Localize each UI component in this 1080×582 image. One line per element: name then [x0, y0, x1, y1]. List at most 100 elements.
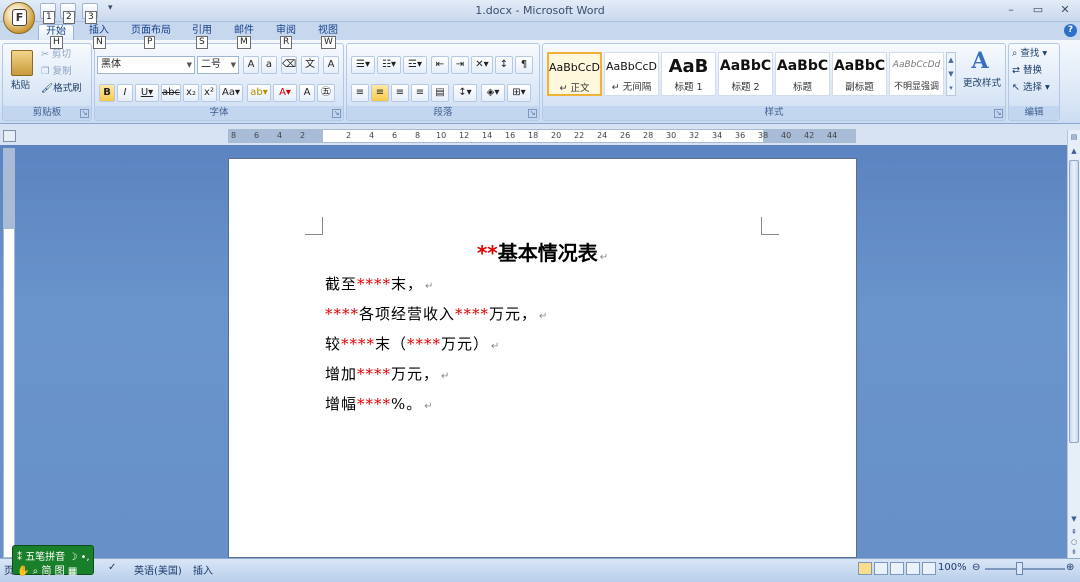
zoom-in-icon[interactable]: ⊕	[1066, 562, 1074, 573]
scroll-up-icon[interactable]: ▲	[1069, 146, 1079, 156]
justify-button[interactable]: ≡	[411, 84, 429, 102]
style-no-spacing[interactable]: AaBbCcD ↵ 无间隔	[604, 52, 659, 96]
minimize-button[interactable]: –	[1000, 2, 1022, 18]
document-title[interactable]: **基本情况表 ↵	[229, 237, 856, 266]
insert-mode-indicator[interactable]: 插入	[193, 562, 213, 577]
scrollbar-thumb[interactable]	[1069, 160, 1079, 443]
align-left-button[interactable]: ≡	[351, 84, 369, 102]
search-icon[interactable]: ⌕	[33, 566, 39, 577]
style-heading-2[interactable]: AaBbC 标题 2	[718, 52, 773, 96]
shading-button[interactable]: ◈▾	[481, 84, 505, 102]
horizontal-ruler[interactable]: 8 6 4 2 2 4 6 8 10 12 14 16 18 20 22 24 …	[228, 129, 856, 143]
line-spacing-button[interactable]: ↕▾	[453, 84, 477, 102]
chinese-layout-button[interactable]: ✕▾	[471, 56, 493, 74]
font-size-combo[interactable]: 二号 ▼	[197, 56, 239, 74]
strikethrough-button[interactable]: abc	[161, 84, 181, 102]
copy-button[interactable]: ❐ 复制	[41, 64, 72, 80]
find-button[interactable]: ⌕ 查找 ▾	[1012, 47, 1047, 61]
hand-icon[interactable]: ✋	[17, 566, 29, 577]
select-button[interactable]: ↖ 选择 ▾	[1012, 81, 1050, 95]
close-button[interactable]: ✕	[1054, 2, 1076, 18]
previous-page-icon[interactable]: ⇞	[1069, 527, 1079, 537]
style-title[interactable]: AaBbC 标题	[775, 52, 830, 96]
change-styles-button[interactable]: 更改样式	[959, 76, 1005, 92]
paragraph-5[interactable]: 增幅****%。 ↵	[325, 393, 434, 414]
highlight-color-button[interactable]: ab▾	[247, 84, 271, 102]
vertical-ruler[interactable]	[3, 148, 15, 558]
tab-selector-icon[interactable]	[3, 130, 16, 142]
font-name-combo[interactable]: 黑体 ▼	[97, 56, 195, 74]
enclose-characters-icon[interactable]: ㊄	[317, 84, 335, 102]
paragraph-launcher-icon[interactable]: ↘	[528, 109, 537, 118]
format-painter-button[interactable]: 🖌格式刷	[41, 81, 82, 97]
next-page-icon[interactable]: ⇟	[1069, 547, 1079, 557]
punctuation-icon[interactable]: •,	[81, 552, 90, 563]
full-screen-view-icon[interactable]	[874, 562, 888, 575]
ime-toolbar[interactable]: ⁑ 五笔拼音 ☽ •, ✋ ⌕ 简 图 ▦	[12, 545, 94, 577]
sort-button[interactable]: ↕	[495, 56, 513, 74]
change-case-button[interactable]: Aa▾	[219, 84, 243, 102]
underline-button[interactable]: U▾	[135, 84, 159, 102]
character-border-icon[interactable]: A	[323, 56, 339, 74]
language-indicator[interactable]: 英语(美国)	[134, 562, 182, 577]
grow-font-button[interactable]: A	[243, 56, 259, 74]
ruler-toggle-icon[interactable]: ▤	[1069, 132, 1079, 142]
subscript-button[interactable]: x₂	[183, 84, 199, 102]
draft-view-icon[interactable]	[922, 562, 936, 575]
scroll-down-icon[interactable]: ▼	[1069, 514, 1079, 524]
zoom-slider-thumb[interactable]	[1016, 562, 1023, 575]
style-normal[interactable]: AaBbCcD ↵ 正文	[547, 52, 602, 96]
styles-scroll-icon[interactable]: ▲ ▼ ▾	[946, 52, 956, 96]
character-shading-icon[interactable]: A	[299, 84, 315, 102]
zoom-slider[interactable]	[985, 568, 1065, 570]
bold-button[interactable]: B	[99, 84, 115, 102]
bullets-button[interactable]: ☰▾	[351, 56, 375, 74]
document-page[interactable]: **基本情况表 ↵ 截至****末， ↵ ****各项经营收入****万元， ↵ 较*…	[228, 158, 857, 558]
web-layout-view-icon[interactable]	[890, 562, 904, 575]
change-styles-icon[interactable]: A	[965, 48, 995, 74]
paragraph-3[interactable]: 较****末（****万元） ↵	[325, 333, 500, 354]
keyboard-icon[interactable]: ▦	[68, 566, 77, 577]
font-launcher-icon[interactable]: ↘	[332, 109, 341, 118]
paste-button[interactable]: 粘贴	[11, 78, 30, 94]
multilevel-list-button[interactable]: ☲▾	[403, 56, 427, 74]
paragraph-1[interactable]: 截至****末， ↵	[325, 273, 434, 294]
vertical-scrollbar[interactable]: ▤ ▲ ▼ ⇞ ○ ⇟	[1067, 130, 1080, 558]
outline-view-icon[interactable]	[906, 562, 920, 575]
qat-customize-icon[interactable]: ▾	[108, 3, 113, 13]
font-color-button[interactable]: A▾	[273, 84, 297, 102]
spellcheck-icon[interactable]: ✓	[108, 562, 116, 573]
superscript-button[interactable]: x²	[201, 84, 217, 102]
align-center-button[interactable]: ≡	[371, 84, 389, 102]
clipboard-launcher-icon[interactable]: ↘	[80, 109, 89, 118]
replace-icon: ⇄	[1012, 65, 1020, 76]
zoom-level[interactable]: 100%	[938, 562, 967, 573]
zoom-out-icon[interactable]: ⊖	[972, 562, 980, 573]
restore-button[interactable]: ▭	[1027, 2, 1049, 18]
decrease-indent-button[interactable]: ⇤	[431, 56, 449, 74]
shrink-font-button[interactable]: a	[261, 56, 277, 74]
style-subtitle[interactable]: AaBbC 副标题	[832, 52, 887, 96]
phonetic-guide-icon[interactable]: 文	[301, 56, 319, 74]
style-heading-1[interactable]: AaB 标题 1	[661, 52, 716, 96]
styles-launcher-icon[interactable]: ↘	[994, 109, 1003, 118]
italic-button[interactable]: I	[117, 84, 133, 102]
borders-button[interactable]: ⊞▾	[507, 84, 531, 102]
help-icon[interactable]: ?	[1064, 24, 1077, 37]
paragraph-4[interactable]: 增加****万元， ↵	[325, 363, 450, 384]
align-right-button[interactable]: ≡	[391, 84, 409, 102]
style-title-name: 标题	[792, 82, 812, 93]
increase-indent-button[interactable]: ⇥	[451, 56, 469, 74]
print-layout-view-icon[interactable]	[858, 562, 872, 575]
office-button[interactable]: F	[3, 2, 35, 34]
numbering-button[interactable]: ☷▾	[377, 56, 401, 74]
clear-format-icon[interactable]: ⌫	[281, 56, 297, 74]
replace-button[interactable]: ⇄ 替换	[1012, 64, 1042, 78]
browse-object-icon[interactable]: ○	[1069, 537, 1079, 547]
paste-icon[interactable]	[11, 50, 33, 76]
distributed-button[interactable]: ▤	[431, 84, 449, 102]
show-marks-button[interactable]: ¶	[515, 56, 533, 74]
paragraph-2[interactable]: ****各项经营收入****万元， ↵	[325, 303, 548, 324]
cut-button[interactable]: ✂ 剪切	[41, 47, 71, 63]
style-subtle-emphasis[interactable]: AaBbCcDd 不明显强调	[889, 52, 944, 96]
